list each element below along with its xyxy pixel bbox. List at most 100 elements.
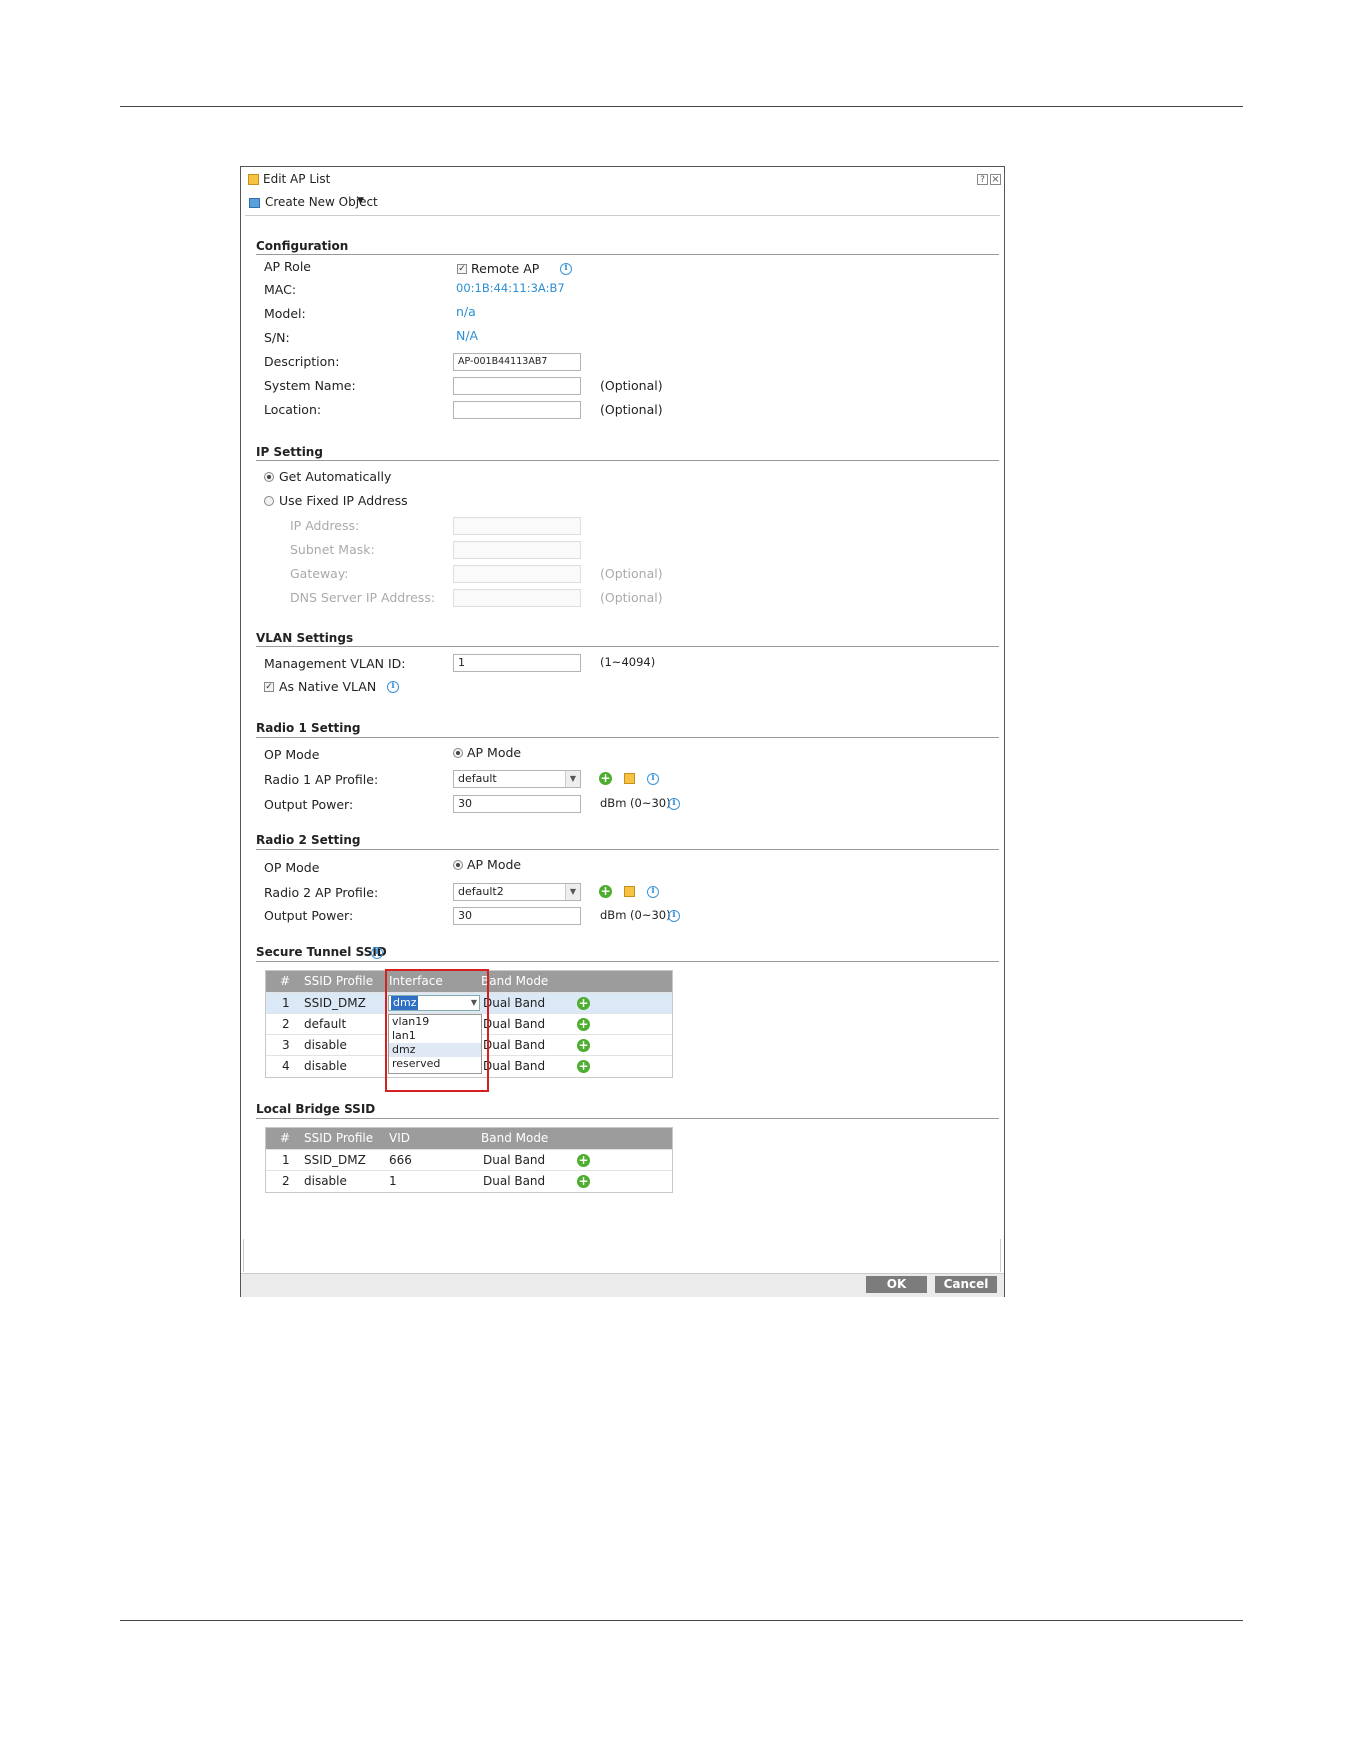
native-vlan-checkbox[interactable]: ✓ — [264, 682, 274, 692]
location-label: Location: — [264, 402, 322, 417]
local-bridge-divider — [256, 1118, 999, 1119]
radio2-output-input[interactable]: 30 — [453, 907, 581, 925]
vid-cell: 666 — [389, 1153, 412, 1167]
dialog-title: Edit AP List — [263, 172, 331, 186]
add-icon[interactable]: + — [577, 1154, 590, 1167]
cancel-button[interactable]: Cancel — [935, 1276, 997, 1293]
radio2-output-unit: dBm (0~30) — [600, 908, 671, 922]
model-value: n/a — [456, 304, 476, 319]
column-header: SSID Profile — [304, 1131, 374, 1145]
column-header: # — [280, 974, 291, 988]
info-icon[interactable]: i — [668, 910, 680, 922]
add-icon[interactable]: + — [577, 1175, 590, 1188]
edit-icon — [248, 174, 259, 185]
page-top-rule — [120, 106, 1243, 107]
ap-role-label: AP Role — [264, 259, 311, 274]
band-mode-cell: Dual Band — [483, 996, 546, 1010]
get-automatically-radio[interactable] — [264, 472, 274, 482]
object-icon — [249, 198, 260, 208]
content-scroll-edge — [243, 1239, 244, 1272]
chevron-down-icon: ▼ — [565, 884, 580, 900]
description-label: Description: — [264, 354, 340, 369]
edit-icon[interactable] — [624, 773, 635, 784]
ssid-profile-cell: SSID_DMZ — [304, 1153, 366, 1167]
add-icon[interactable]: + — [577, 997, 590, 1010]
edit-icon[interactable] — [624, 886, 635, 897]
create-new-object-menu[interactable]: Create New Object ▼ — [247, 194, 407, 212]
native-vlan-label: As Native VLAN — [279, 679, 377, 694]
gateway-label: Gateway: — [290, 566, 349, 581]
mac-value: 00:1B:44:11:3A:B7 — [456, 281, 565, 295]
band-mode-cell: Dual Band — [483, 1153, 546, 1167]
radio1-profile-select[interactable]: default ▼ — [453, 770, 581, 788]
column-header: SSID Profile — [304, 974, 374, 988]
ip-setting-title: IP Setting — [256, 445, 323, 459]
system-name-input[interactable] — [453, 377, 581, 395]
add-icon[interactable]: + — [577, 1039, 590, 1052]
radio2-divider — [256, 849, 999, 850]
row-number: 3 — [282, 1038, 290, 1052]
column-header: # — [280, 1131, 291, 1145]
ssid-profile-cell: disable — [304, 1174, 347, 1188]
local-bridge-title: Local Bridge SSID — [256, 1102, 376, 1116]
row-number: 1 — [282, 1153, 290, 1167]
location-optional: (Optional) — [600, 402, 663, 417]
info-icon[interactable]: i — [560, 263, 572, 275]
chevron-down-icon: ▼ — [565, 771, 580, 787]
add-icon[interactable]: + — [577, 1018, 590, 1031]
help-icon[interactable]: ? — [977, 174, 988, 185]
row-number: 1 — [282, 996, 290, 1010]
secure-tunnel-divider — [256, 961, 999, 962]
radio2-op-mode-label: OP Mode — [264, 860, 320, 875]
dns-server-input — [453, 589, 581, 607]
location-input[interactable] — [453, 401, 581, 419]
description-input[interactable]: AP-001B44113AB7 — [453, 353, 581, 371]
management-vlan-label: Management VLAN ID: — [264, 656, 406, 671]
add-icon[interactable]: + — [599, 885, 612, 898]
ssid-profile-cell: SSID_DMZ — [304, 996, 366, 1010]
radio2-title: Radio 2 Setting — [256, 833, 361, 847]
band-mode-cell: Dual Band — [483, 1174, 546, 1188]
dialog-title-bar: Edit AP List ? × — [241, 167, 1004, 191]
row-number: 2 — [282, 1017, 290, 1031]
add-icon[interactable]: + — [599, 772, 612, 785]
sn-value: N/A — [456, 328, 479, 343]
info-icon[interactable]: i — [371, 947, 383, 959]
ip-address-input — [453, 517, 581, 535]
info-icon[interactable]: i — [647, 773, 659, 785]
info-icon[interactable]: i — [668, 798, 680, 810]
table-row[interactable]: 2 disable 1 Dual Band + — [266, 1170, 672, 1192]
radio2-profile-select[interactable]: default2 ▼ — [453, 883, 581, 901]
vlan-settings-title: VLAN Settings — [256, 631, 354, 645]
remote-ap-label: Remote AP — [471, 261, 540, 276]
radio2-ap-mode-radio[interactable] — [453, 860, 463, 870]
column-header: VID — [389, 1131, 410, 1145]
model-label: Model: — [264, 306, 306, 321]
info-icon[interactable]: i — [647, 886, 659, 898]
radio1-ap-mode-radio[interactable] — [453, 748, 463, 758]
dns-optional: (Optional) — [600, 590, 663, 605]
add-icon[interactable]: + — [577, 1060, 590, 1073]
radio2-profile-value: default2 — [458, 885, 504, 898]
radio1-output-unit: dBm (0~30) — [600, 796, 671, 810]
edit-ap-list-dialog: Edit AP List ? × Create New Object ▼ Con… — [240, 166, 1005, 1297]
vlan-range: (1~4094) — [600, 655, 656, 669]
dns-server-label: DNS Server IP Address: — [290, 590, 436, 605]
management-vlan-input[interactable]: 1 — [453, 654, 581, 672]
ok-button[interactable]: OK — [866, 1276, 927, 1293]
radio1-output-input[interactable]: 30 — [453, 795, 581, 813]
radio2-output-label: Output Power: — [264, 908, 354, 923]
toolbar-divider — [245, 215, 1000, 216]
table-header: # SSID Profile VID Band Mode — [266, 1128, 672, 1149]
close-icon[interactable]: × — [990, 174, 1001, 185]
band-mode-cell: Dual Band — [483, 1038, 546, 1052]
radio1-title: Radio 1 Setting — [256, 721, 361, 735]
remote-ap-checkbox[interactable]: ✓ — [457, 264, 467, 274]
info-icon[interactable]: i — [387, 681, 399, 693]
local-bridge-table: # SSID Profile VID Band Mode 1 SSID_DMZ … — [265, 1127, 673, 1193]
vid-cell: 1 — [389, 1174, 397, 1188]
table-row[interactable]: 1 SSID_DMZ 666 Dual Band + — [266, 1149, 672, 1171]
row-number: 2 — [282, 1174, 290, 1188]
use-fixed-ip-radio[interactable] — [264, 496, 274, 506]
vlan-divider — [256, 646, 999, 647]
